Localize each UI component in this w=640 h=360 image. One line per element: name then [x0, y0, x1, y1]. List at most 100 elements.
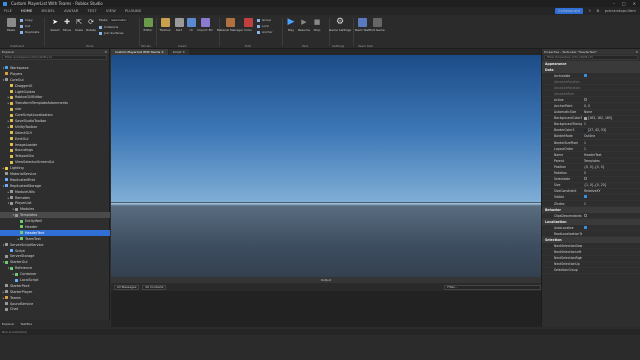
- menu-file[interactable]: FILE: [4, 9, 12, 13]
- notifications-icon[interactable]: ⚙: [596, 9, 599, 13]
- property-value[interactable]: Outline: [582, 134, 640, 138]
- close-icon[interactable]: ✕: [635, 50, 638, 54]
- maximize-icon[interactable]: □: [622, 1, 626, 6]
- property-value[interactable]: 1: [582, 122, 640, 126]
- property-value[interactable]: None: [582, 110, 640, 114]
- explorer-filter-input[interactable]: Filter workspace (Ctrl+Shift+X): [2, 55, 107, 60]
- contexts-filter-dropdown[interactable]: All Contexts: [142, 284, 167, 290]
- property-value[interactable]: [163, 162, 165]: [582, 116, 640, 120]
- property-value-text: Outline: [584, 134, 596, 139]
- close-icon[interactable]: ✕: [182, 50, 185, 54]
- properties-filter-input[interactable]: Filter Properties (Ctrl+Shift+P): [544, 55, 638, 60]
- join-surfaces-toggle[interactable]: Join Surfaces: [99, 31, 123, 35]
- property-value[interactable]: [582, 73, 640, 78]
- menu-test[interactable]: TEST: [87, 9, 97, 13]
- property-value[interactable]: [582, 177, 640, 181]
- property-row[interactable]: SelectionGroup: [542, 268, 640, 274]
- property-value[interactable]: HeaderText: [582, 153, 640, 157]
- checkbox-icon[interactable]: [584, 213, 587, 217]
- checkbox-icon[interactable]: [584, 195, 587, 199]
- explorer-item-label: SoundService: [10, 301, 34, 306]
- checkbox-icon[interactable]: [584, 97, 587, 101]
- property-value[interactable]: 0: [582, 171, 640, 175]
- property-value[interactable]: 1: [582, 147, 640, 151]
- close-icon[interactable]: ✕: [633, 1, 636, 6]
- instance-icon: [5, 172, 8, 176]
- terrain-editor-button[interactable]: Editor: [139, 18, 157, 32]
- property-value[interactable]: RelativeXY: [582, 189, 640, 193]
- property-value[interactable]: [582, 225, 640, 230]
- property-name: Size: [554, 183, 561, 188]
- explorer-item-label: Container: [20, 272, 37, 277]
- menu-model[interactable]: MODEL: [41, 9, 55, 13]
- join-surfaces-label: Join Surfaces: [104, 31, 124, 35]
- property-value-text: 1: [584, 122, 586, 127]
- material-manager-button[interactable]: Material Manager: [217, 18, 243, 32]
- property-value[interactable]: [582, 195, 640, 199]
- color-swatch-icon[interactable]: [584, 116, 587, 120]
- property-value[interactable]: 1: [582, 141, 640, 145]
- color-button[interactable]: Color: [239, 18, 257, 32]
- messages-filter-dropdown[interactable]: All Messages: [114, 284, 140, 290]
- property-name: AnchorPoint: [554, 104, 573, 109]
- game-settings-button[interactable]: ⚙ Game Settings: [329, 18, 351, 33]
- share-icon[interactable]: ⇧: [588, 9, 591, 13]
- output-search-input[interactable]: Filter...: [444, 284, 541, 290]
- duplicate-button[interactable]: Duplicate: [20, 30, 39, 34]
- menu-home[interactable]: HOME: [21, 9, 32, 13]
- mode-value[interactable]: Geometric: [110, 18, 128, 22]
- menu-view[interactable]: VIEW: [106, 9, 116, 13]
- tab-explorer[interactable]: Explorer: [2, 322, 15, 326]
- explorer-item-label: xlar: [15, 107, 22, 112]
- property-value[interactable]: 0, 0: [582, 104, 640, 108]
- close-icon[interactable]: ✕: [161, 50, 164, 54]
- property-value[interactable]: 1: [582, 202, 640, 206]
- property-value[interactable]: Templates: [582, 159, 640, 163]
- lock-button[interactable]: Lock: [257, 24, 269, 28]
- property-value-text: 0, 0: [584, 104, 590, 109]
- status-area: Run a command: [0, 327, 640, 360]
- exit-game-button[interactable]: Exit Game: [368, 18, 386, 32]
- property-name: AutoLocalize: [554, 225, 574, 230]
- property-value[interactable]: [582, 213, 640, 218]
- menu-avatar[interactable]: AVATAR: [64, 9, 78, 13]
- collisions-toggle[interactable]: Collisions: [99, 25, 118, 29]
- property-value[interactable]: {0, 0},{0, 0}: [582, 165, 640, 169]
- tab-textbox[interactable]: TextBox: [21, 322, 33, 326]
- collaborate-button[interactable]: Collaborate: [554, 8, 584, 14]
- 3d-viewport[interactable]: [111, 55, 541, 277]
- cut-button[interactable]: Cut: [20, 24, 30, 28]
- menu-plugins[interactable]: PLUGINS: [125, 9, 141, 13]
- menu-bar: FILE HOME MODEL AVATAR TEST VIEW PLUGINS…: [0, 7, 640, 15]
- explorer-item[interactable]: Chat: [0, 307, 110, 313]
- group-button[interactable]: Group: [257, 18, 271, 22]
- minimize-icon[interactable]: –: [613, 1, 615, 6]
- anchor-button[interactable]: Anchor: [257, 30, 273, 34]
- property-value[interactable]: [27, 42, 53]: [582, 128, 640, 132]
- property-value-text: 1: [584, 146, 586, 151]
- copy-button[interactable]: Copy: [20, 18, 33, 22]
- explorer-header: Explorer ✕: [0, 49, 109, 54]
- property-value-text: {0, 0},{0, 0}: [584, 164, 605, 169]
- username-label[interactable]: pcbrandopullem: [605, 9, 636, 13]
- tools-group-label: Tools: [86, 44, 94, 48]
- property-name: NextSelectionRight: [554, 256, 582, 261]
- properties-panel: Properties - TextLabel "HeaderText" ✕ Fi…: [541, 49, 640, 327]
- checkbox-icon[interactable]: [584, 225, 587, 229]
- close-icon[interactable]: ✕: [104, 50, 107, 54]
- property-value[interactable]: {1, 0},{0, 20}: [582, 183, 640, 187]
- checkbox-icon[interactable]: [584, 177, 587, 181]
- paste-button[interactable]: Paste: [2, 18, 20, 32]
- color-swatch-icon[interactable]: [584, 128, 587, 132]
- collisions-label: Collisions: [104, 25, 119, 29]
- explorer-item-label: Workspace: [10, 65, 29, 70]
- checkbox-icon[interactable]: [584, 73, 587, 77]
- instance-icon: [10, 101, 13, 105]
- property-value[interactable]: [582, 97, 640, 102]
- command-bar[interactable]: Run a command: [0, 329, 640, 335]
- stop-button[interactable]: ■ Stop: [308, 18, 326, 32]
- import3d-button[interactable]: Import 3D: [196, 18, 214, 32]
- mode-selector[interactable]: Mode: Geometric: [99, 18, 128, 22]
- rotate-tool-button[interactable]: ⟳ Rotate: [82, 18, 100, 32]
- explorer-item-label: Modules: [20, 207, 35, 212]
